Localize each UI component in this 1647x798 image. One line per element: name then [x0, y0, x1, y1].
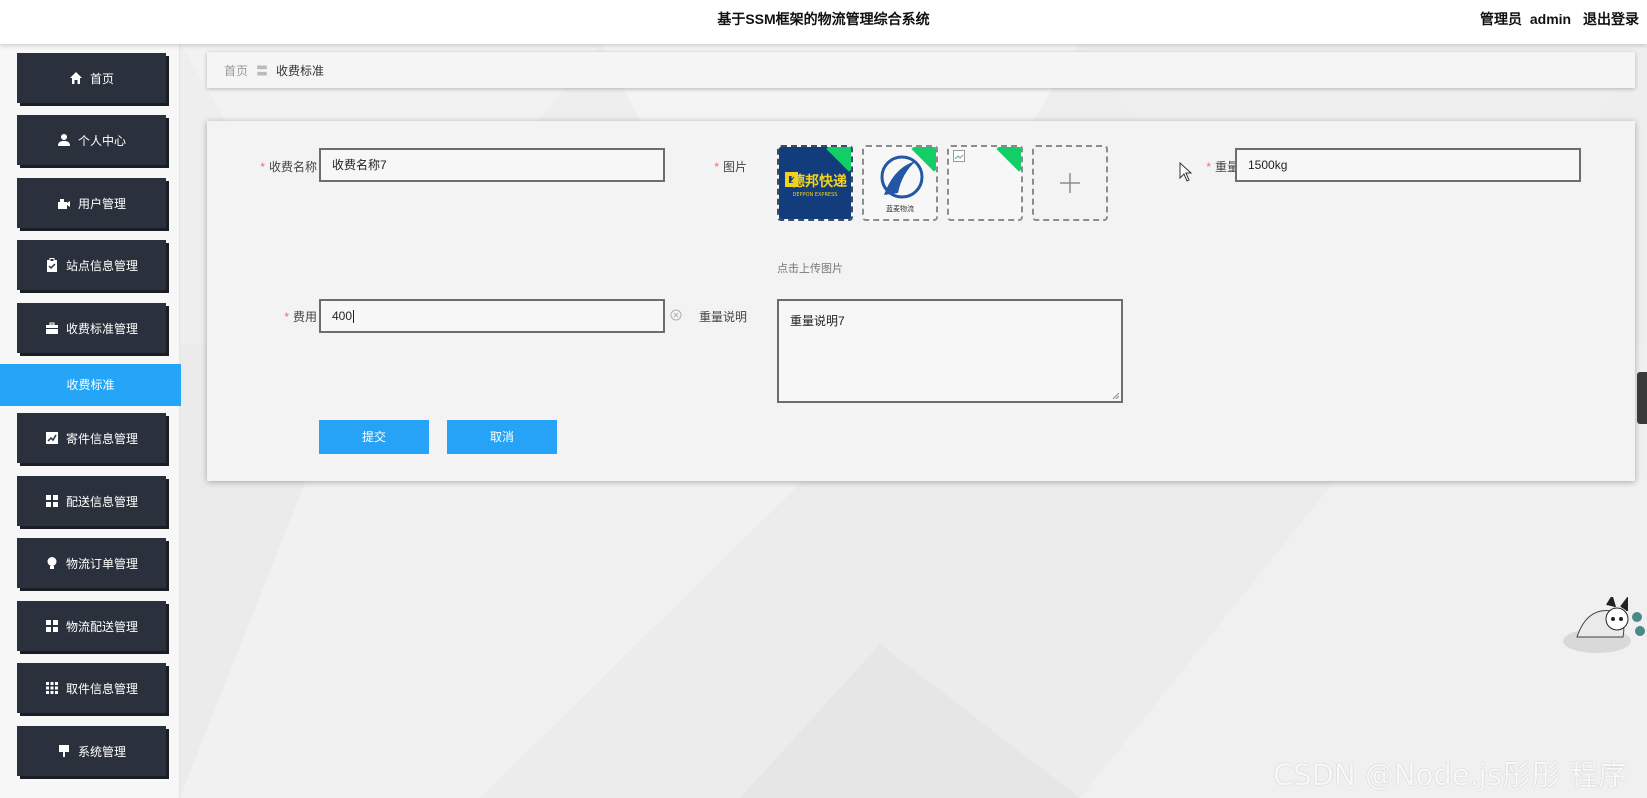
fee-input[interactable]: 400 [319, 299, 665, 333]
app-title: 基于SSM框架的物流管理综合系统 [717, 11, 930, 27]
chart-icon [45, 431, 59, 445]
mouse-cursor-icon [1179, 162, 1193, 182]
sidebar-item-label: 首页 [89, 71, 114, 86]
sidebar-item-label: 系统管理 [77, 744, 126, 759]
cancel-button[interactable]: 取消 [447, 420, 557, 454]
required-mark: * [714, 160, 719, 174]
weight-input[interactable]: 1500kg [1235, 148, 1581, 182]
username: admin [1529, 11, 1572, 27]
fee-standard-form: * 收费名称 收费名称7 * 图片 德邦快递 DEPPON EXPRESS 蓝麦物流 [207, 121, 1635, 481]
required-mark: * [1206, 160, 1211, 174]
image-thumbnail-deppon[interactable]: 德邦快递 DEPPON EXPRESS [777, 145, 853, 221]
fee-label: * 费用 [284, 310, 317, 324]
required-mark: * [284, 310, 289, 324]
sidebar-item-label: 配送信息管理 [65, 494, 138, 509]
sidebar-item-label: 寄件信息管理 [65, 431, 138, 446]
image-upload-button[interactable] [1032, 145, 1108, 221]
upload-hint: 点击上传图片 [777, 263, 843, 275]
sidebar: 首页 个人中心 用户管理 站点信息管理 收费标准管理 收费标准 寄件信息管理 配… [0, 44, 181, 798]
clear-input-icon[interactable] [670, 309, 682, 321]
plus-icon [1060, 173, 1080, 193]
sidebar-item-orders[interactable]: 物流订单管理 [17, 538, 166, 588]
svg-text:蓝麦物流: 蓝麦物流 [886, 204, 914, 213]
weight-description-textarea[interactable]: 重量说明7 [777, 299, 1123, 403]
sidebar-item-label: 用户管理 [77, 196, 126, 211]
sidebar-item-shipments[interactable]: 寄件信息管理 [17, 413, 166, 463]
sidebar-subitem-fee-standard[interactable]: 收费标准 [0, 364, 181, 406]
person-icon [57, 133, 71, 147]
lightbulb-icon [45, 556, 59, 570]
submit-button[interactable]: 提交 [319, 420, 429, 454]
sidebar-item-fee-standards[interactable]: 收费标准管理 [17, 303, 166, 353]
cat-mascot-icon [1563, 597, 1645, 653]
user-info: 管理员 admin 退出登录 [1480, 0, 1639, 38]
sidebar-item-pickups[interactable]: 取件信息管理 [17, 663, 166, 713]
breadcrumb-home[interactable]: 首页 [224, 62, 248, 79]
breadcrumb: 首页 〓 收费标准 [207, 52, 1635, 88]
required-mark: * [260, 160, 265, 174]
sidebar-item-label: 物流订单管理 [65, 556, 138, 571]
top-header: 基于SSM框架的物流管理综合系统 管理员 admin 退出登录 [0, 0, 1647, 44]
sidebar-item-profile[interactable]: 个人中心 [17, 115, 166, 165]
sidebar-item-home[interactable]: 首页 [17, 53, 166, 103]
image-thumbnail-lanmai[interactable]: 蓝麦物流 [862, 145, 938, 221]
weight-description-label: 重量说明 [698, 310, 747, 324]
svg-text:德邦快递: 德邦快递 [791, 173, 847, 190]
user-manage-icon [57, 196, 71, 210]
resize-handle-icon[interactable] [1111, 391, 1119, 399]
fee-name-label: * 收费名称 [260, 160, 317, 174]
sidebar-item-delivery[interactable]: 配送信息管理 [17, 476, 166, 526]
sidebar-item-label: 取件信息管理 [65, 681, 138, 696]
sidebar-item-label: 收费标准管理 [65, 321, 138, 336]
sidebar-item-users[interactable]: 用户管理 [17, 178, 166, 228]
sidebar-item-label: 个人中心 [77, 133, 126, 148]
table-icon [45, 681, 59, 695]
grid-icon [45, 619, 59, 633]
uploaded-badge [996, 147, 1021, 172]
image-thumbnail-broken[interactable] [947, 145, 1023, 221]
breadcrumb-separator: 〓 [256, 63, 269, 78]
pin-icon [57, 744, 71, 758]
text-cursor [353, 310, 355, 324]
image-label: * 图片 [714, 160, 747, 174]
sidebar-item-logistics-delivery[interactable]: 物流配送管理 [17, 601, 166, 651]
side-scroll-handle[interactable] [1637, 372, 1647, 424]
home-icon [69, 71, 83, 85]
clipboard-icon [45, 258, 59, 272]
user-role: 管理员 [1479, 11, 1522, 27]
broken-image-icon [953, 150, 965, 162]
sidebar-item-label: 物流配送管理 [65, 619, 138, 634]
fee-name-input[interactable]: 收费名称7 [319, 148, 665, 182]
csdn-watermark: CSDN @Node.js彤彤 程序 [1273, 758, 1628, 792]
sidebar-item-system[interactable]: 系统管理 [17, 726, 166, 776]
logout-link[interactable]: 退出登录 [1583, 11, 1639, 27]
briefcase-icon [45, 321, 59, 335]
grid-icon [45, 494, 59, 508]
svg-text:DEPPON EXPRESS: DEPPON EXPRESS [793, 192, 838, 198]
sidebar-item-label: 站点信息管理 [65, 258, 138, 273]
breadcrumb-current: 收费标准 [276, 63, 325, 78]
sidebar-item-stations[interactable]: 站点信息管理 [17, 240, 166, 290]
